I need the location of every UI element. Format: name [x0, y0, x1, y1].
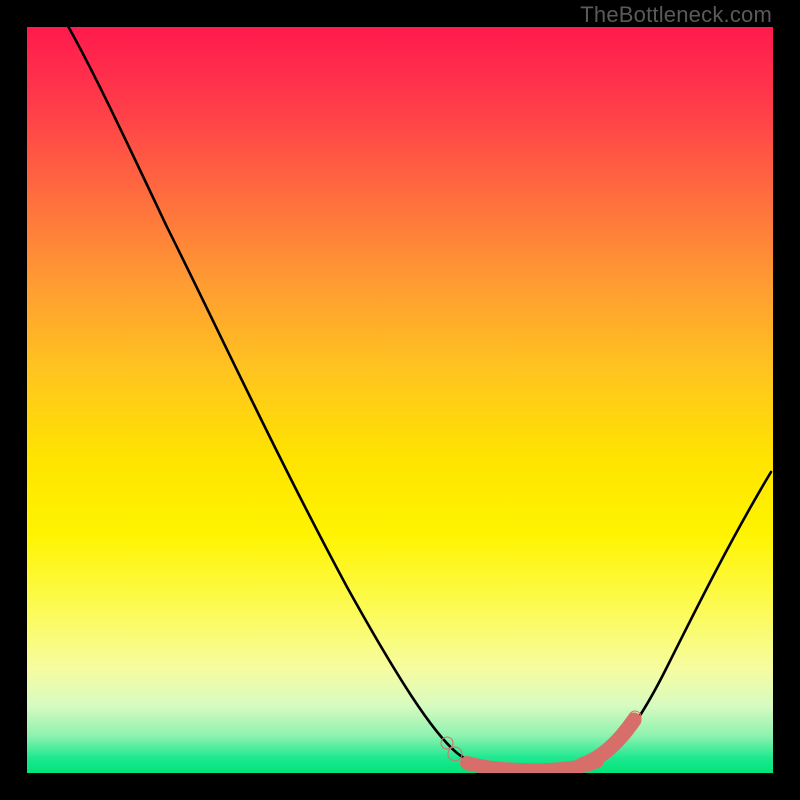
chart-plot-area: [27, 27, 773, 773]
chart-svg: [27, 27, 773, 773]
highlight-overlay: [441, 711, 641, 770]
watermark-text: TheBottleneck.com: [580, 2, 772, 28]
bottleneck-curve: [57, 27, 771, 771]
chart-frame: TheBottleneck.com: [0, 0, 800, 800]
